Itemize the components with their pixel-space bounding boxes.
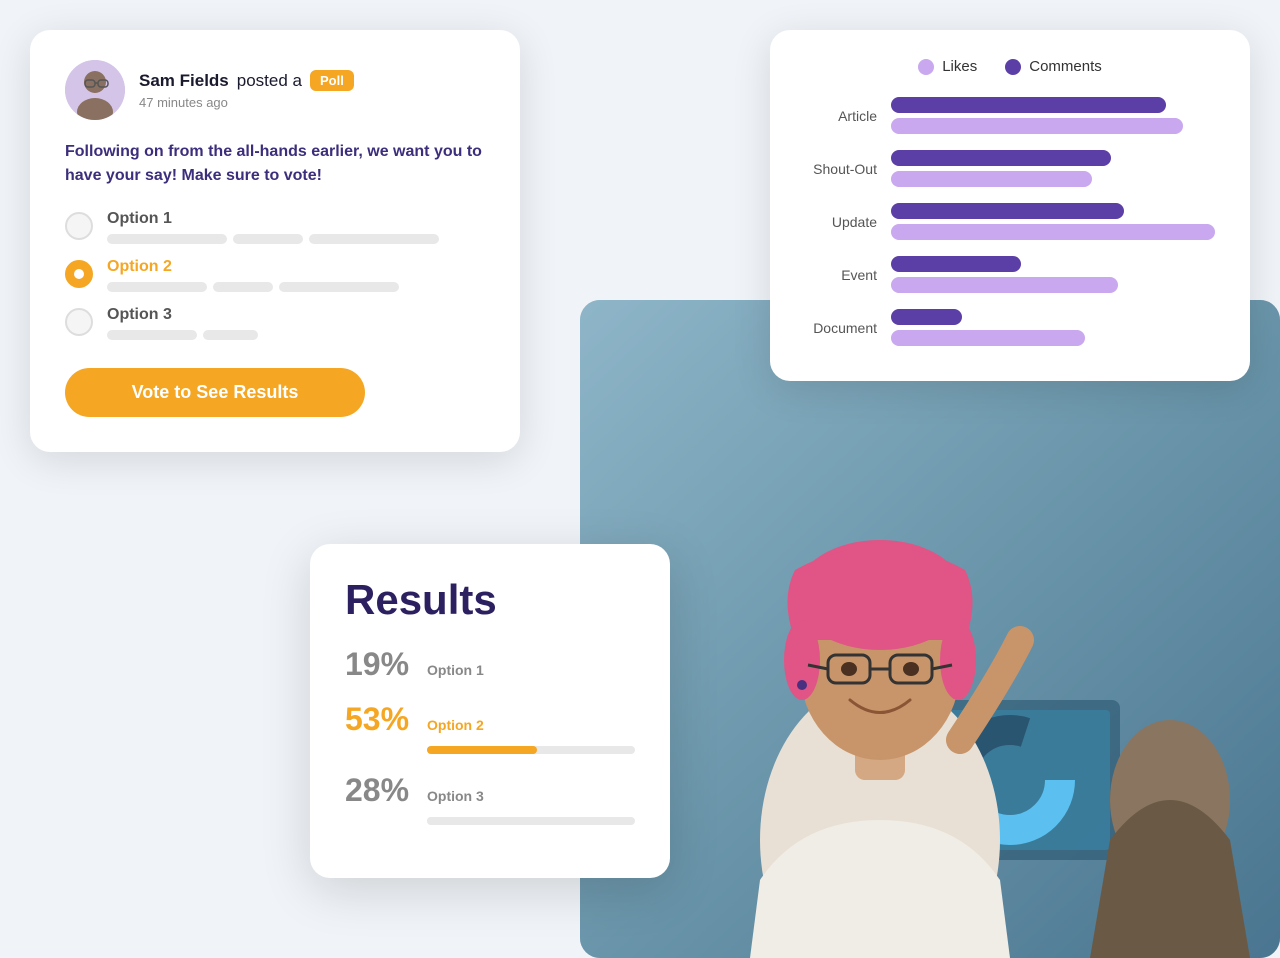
option-bar xyxy=(309,234,439,244)
result-label-3: Option 3 xyxy=(427,788,484,804)
result-bar-track-2 xyxy=(427,746,635,754)
option-bar xyxy=(233,234,303,244)
option-bar xyxy=(107,282,207,292)
chart-row-article: Article xyxy=(805,97,1215,134)
result-bar-fill-2 xyxy=(427,746,537,754)
results-card: Results 19% Option 1 53% Option 2 28% Op… xyxy=(310,544,670,878)
option-bar xyxy=(203,330,258,340)
poll-body-text: Following on from the all-hands earlier,… xyxy=(65,140,485,188)
chart-bars-event xyxy=(891,256,1215,293)
result-row-1: 19% Option 1 xyxy=(345,646,635,683)
option-2-label: Option 2 xyxy=(107,258,485,276)
option-1-label: Option 1 xyxy=(107,210,485,228)
option-bar xyxy=(107,330,197,340)
scene: Sam Fields posted a Poll 47 minutes ago … xyxy=(0,0,1280,958)
chart-row-event: Event xyxy=(805,256,1215,293)
radio-option-1[interactable] xyxy=(65,212,93,240)
option-3-bars xyxy=(107,330,485,340)
poll-option-1[interactable]: Option 1 xyxy=(65,210,485,244)
result-row-2: 53% Option 2 xyxy=(345,701,635,738)
radio-option-2[interactable] xyxy=(65,260,93,288)
comments-label: Comments xyxy=(1029,58,1102,75)
option-bar xyxy=(107,234,227,244)
vote-button[interactable]: Vote to See Results xyxy=(65,368,365,417)
poll-time: 47 minutes ago xyxy=(139,95,354,110)
chart-label-shoutout: Shout-Out xyxy=(805,161,877,177)
result-pct-2: 53% xyxy=(345,701,415,738)
comments-bar-document xyxy=(891,309,962,325)
legend-likes: Likes xyxy=(918,58,977,75)
chart-row-document: Document xyxy=(805,309,1215,346)
chart-label-document: Document xyxy=(805,320,877,336)
result-label-2: Option 2 xyxy=(427,717,484,733)
chart-row-update: Update xyxy=(805,203,1215,240)
result-pct-3: 28% xyxy=(345,772,415,809)
poll-option-3[interactable]: Option 3 xyxy=(65,306,485,340)
likes-label: Likes xyxy=(942,58,977,75)
option-3-label: Option 3 xyxy=(107,306,485,324)
result-bar-track-3 xyxy=(427,817,635,825)
result-item-3: 28% Option 3 xyxy=(345,772,635,825)
likes-bar-shoutout xyxy=(891,171,1092,187)
chart-bars-shoutout xyxy=(891,150,1215,187)
option-bar xyxy=(213,282,273,292)
chart-bars-document xyxy=(891,309,1215,346)
avatar xyxy=(65,60,125,120)
chart-bars-article xyxy=(891,97,1215,134)
chart-rows: Article Shout-Out Update xyxy=(805,97,1215,346)
comments-dot xyxy=(1005,59,1021,75)
comments-bar-shoutout xyxy=(891,150,1111,166)
option-1-bars xyxy=(107,234,485,244)
chart-label-event: Event xyxy=(805,267,877,283)
results-title: Results xyxy=(345,576,635,624)
result-label-1: Option 1 xyxy=(427,662,484,678)
comments-bar-article xyxy=(891,97,1166,113)
photo-background xyxy=(580,300,1280,958)
poll-header-name: Sam Fields posted a Poll xyxy=(139,70,354,91)
legend-comments: Comments xyxy=(1005,58,1102,75)
chart-label-article: Article xyxy=(805,108,877,124)
chart-bars-update xyxy=(891,203,1215,240)
result-item-1: 19% Option 1 xyxy=(345,646,635,683)
chart-row-shoutout: Shout-Out xyxy=(805,150,1215,187)
result-bar-fill-3 xyxy=(427,817,485,825)
chart-card: Likes Comments Article Shout-Out xyxy=(770,30,1250,381)
radio-option-3[interactable] xyxy=(65,308,93,336)
poll-options: Option 1 Option 2 xyxy=(65,210,485,340)
result-row-3: 28% Option 3 xyxy=(345,772,635,809)
likes-bar-document xyxy=(891,330,1085,346)
poll-option-2[interactable]: Option 2 xyxy=(65,258,485,292)
likes-bar-article xyxy=(891,118,1183,134)
option-bar xyxy=(279,282,399,292)
likes-bar-update xyxy=(891,224,1215,240)
poll-header-text: Sam Fields posted a Poll 47 minutes ago xyxy=(139,70,354,110)
user-name: Sam Fields xyxy=(139,71,229,91)
chart-label-update: Update xyxy=(805,214,877,230)
likes-bar-event xyxy=(891,277,1118,293)
likes-dot xyxy=(918,59,934,75)
result-pct-1: 19% xyxy=(345,646,415,683)
option-2-bars xyxy=(107,282,485,292)
comments-bar-event xyxy=(891,256,1021,272)
posted-text: posted a xyxy=(237,71,302,91)
poll-card: Sam Fields posted a Poll 47 minutes ago … xyxy=(30,30,520,452)
chart-legend: Likes Comments xyxy=(805,58,1215,75)
poll-badge: Poll xyxy=(310,70,354,91)
result-item-2: 53% Option 2 xyxy=(345,701,635,754)
poll-header: Sam Fields posted a Poll 47 minutes ago xyxy=(65,60,485,120)
comments-bar-update xyxy=(891,203,1124,219)
